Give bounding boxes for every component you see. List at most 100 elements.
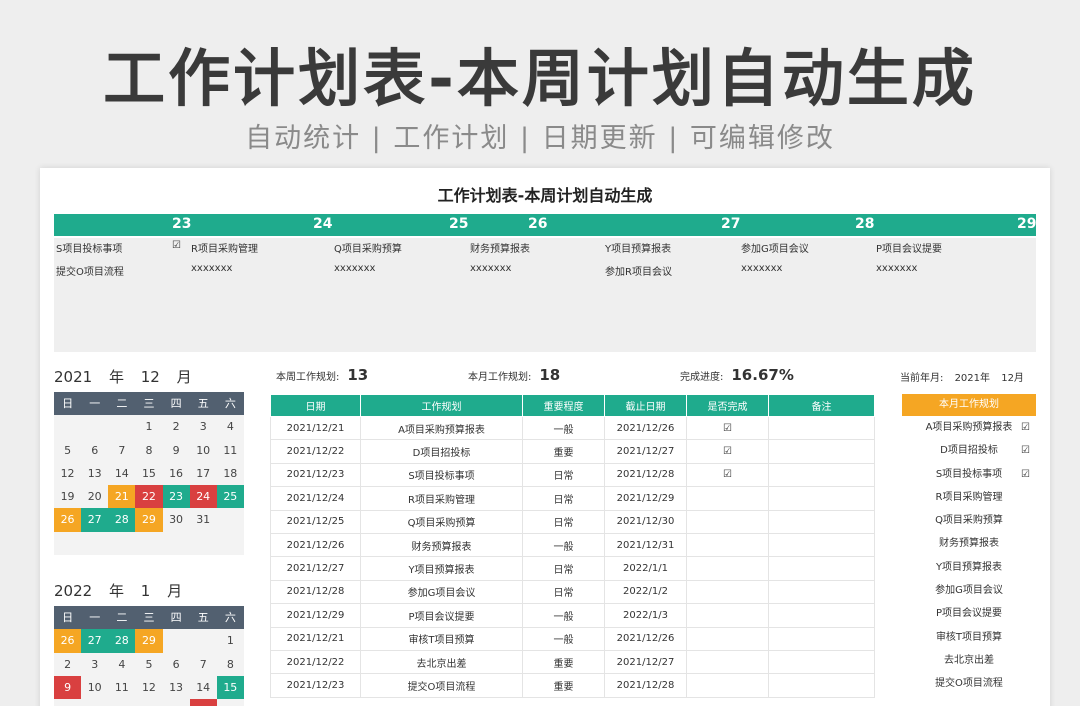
calendar-day[interactable]: 6 bbox=[81, 439, 108, 462]
cell-date[interactable]: 2021/12/25 bbox=[270, 509, 361, 534]
cell-importance[interactable]: 重要 bbox=[522, 439, 605, 464]
calendar-day[interactable] bbox=[217, 508, 244, 531]
cell-date[interactable]: 2021/12/21 bbox=[270, 415, 361, 441]
cell-done[interactable] bbox=[686, 673, 769, 698]
calendar-day[interactable] bbox=[108, 415, 135, 438]
cell-plan[interactable]: P项目会议提要 bbox=[360, 603, 523, 628]
week-task[interactable]: P项目会议提要 bbox=[876, 240, 942, 255]
cell-plan[interactable]: 参加G项目会议 bbox=[360, 579, 523, 605]
calendar-day-highlighted[interactable]: 21 bbox=[108, 485, 136, 509]
calendar-day[interactable] bbox=[190, 532, 217, 555]
cell-note[interactable] bbox=[768, 439, 875, 464]
cell-importance[interactable]: 日常 bbox=[522, 509, 605, 534]
cell-date[interactable]: 2021/12/21 bbox=[270, 626, 361, 651]
cell-done[interactable] bbox=[686, 579, 769, 605]
week-task[interactable]: 财务预算报表 bbox=[470, 240, 530, 255]
calendar-day[interactable]: 8 bbox=[135, 439, 162, 462]
list-item[interactable]: D项目招投标 ☑ bbox=[902, 439, 1036, 462]
cell-plan[interactable]: 财务预算报表 bbox=[360, 532, 523, 558]
week-task[interactable]: xxxxxxx bbox=[334, 263, 375, 274]
calendar-day-highlighted[interactable]: 26 bbox=[54, 508, 82, 532]
cell-date[interactable]: 2021/12/22 bbox=[270, 649, 361, 675]
calendar-day[interactable] bbox=[54, 532, 81, 555]
cell-date[interactable]: 2021/12/27 bbox=[270, 556, 361, 581]
calendar-day-highlighted[interactable]: 15 bbox=[216, 675, 244, 700]
calendar-day[interactable]: 13 bbox=[81, 462, 108, 485]
calendar-day[interactable]: 4 bbox=[108, 653, 135, 676]
cell-deadline[interactable]: 2022/1/3 bbox=[604, 603, 687, 628]
calendar-day-highlighted[interactable]: 24 bbox=[189, 485, 217, 509]
cell-plan[interactable]: S项目投标事项 bbox=[360, 462, 523, 488]
column-header[interactable]: 截止日期 bbox=[604, 394, 687, 417]
cell-done[interactable] bbox=[686, 603, 769, 628]
cell-done[interactable] bbox=[686, 509, 769, 534]
week-task[interactable]: S项目投标事项 bbox=[56, 240, 122, 255]
checkbox-icon[interactable]: ☑ bbox=[172, 240, 181, 251]
calendar-day[interactable]: 5 bbox=[135, 653, 162, 676]
calendar-day-highlighted[interactable]: 29 bbox=[135, 629, 163, 653]
calendar-day-highlighted[interactable]: 29 bbox=[135, 508, 163, 532]
calendar-day[interactable] bbox=[217, 532, 244, 555]
cell-note[interactable] bbox=[768, 603, 875, 628]
week-task[interactable]: Q项目采购预算 bbox=[334, 240, 402, 255]
cell-done[interactable] bbox=[686, 556, 769, 581]
cell-deadline[interactable]: 2021/12/27 bbox=[604, 649, 687, 675]
calendar-day[interactable]: 14 bbox=[190, 676, 217, 699]
calendar-day[interactable]: 12 bbox=[54, 462, 81, 485]
calendar-day[interactable] bbox=[190, 629, 217, 652]
cell-deadline[interactable]: 2021/12/31 bbox=[604, 532, 687, 558]
week-task[interactable]: xxxxxxx bbox=[741, 263, 782, 274]
calendar-day-highlighted[interactable]: 9 bbox=[54, 675, 82, 700]
column-header[interactable]: 工作规划 bbox=[360, 394, 523, 417]
week-task[interactable]: 提交O项目流程 bbox=[56, 263, 124, 278]
calendar-day[interactable] bbox=[81, 415, 108, 438]
cell-date[interactable]: 2021/12/24 bbox=[270, 486, 361, 511]
calendar-day[interactable]: 18 bbox=[108, 699, 135, 706]
checkbox-icon[interactable]: ☑ bbox=[1021, 439, 1030, 462]
cell-note[interactable] bbox=[768, 415, 875, 441]
calendar-day[interactable]: 11 bbox=[217, 439, 244, 462]
checkbox-icon[interactable]: ☑ bbox=[1021, 416, 1030, 439]
cell-deadline[interactable]: 2022/1/2 bbox=[604, 579, 687, 605]
calendar-day[interactable]: 1 bbox=[135, 415, 162, 438]
calendar-day-highlighted[interactable]: 28 bbox=[108, 629, 136, 653]
list-item[interactable]: 去北京出差 bbox=[902, 649, 1036, 672]
list-item[interactable]: 提交O项目流程 bbox=[902, 672, 1036, 695]
calendar-day[interactable]: 13 bbox=[163, 676, 190, 699]
calendar-day[interactable]: 5 bbox=[54, 439, 81, 462]
calendar-day[interactable]: 2 bbox=[54, 653, 81, 676]
cell-plan[interactable]: A项目采购预算报表 bbox=[360, 415, 523, 441]
cell-plan[interactable]: D项目招投标 bbox=[360, 439, 523, 464]
cell-note[interactable] bbox=[768, 532, 875, 558]
cell-deadline[interactable]: 2021/12/29 bbox=[604, 486, 687, 511]
cell-plan[interactable]: Q项目采购预算 bbox=[360, 509, 523, 534]
cell-done[interactable] bbox=[686, 486, 769, 511]
cell-importance[interactable]: 一般 bbox=[522, 603, 605, 628]
cell-importance[interactable]: 重要 bbox=[522, 649, 605, 675]
cell-plan[interactable]: 去北京出差 bbox=[360, 649, 523, 675]
cell-note[interactable] bbox=[768, 649, 875, 675]
list-item[interactable]: R项目采购管理 bbox=[902, 486, 1036, 509]
cell-importance[interactable]: 一般 bbox=[522, 626, 605, 651]
week-task[interactable]: 参加R项目会议 bbox=[605, 263, 672, 278]
cell-note[interactable] bbox=[768, 579, 875, 605]
cell-importance[interactable]: 日常 bbox=[522, 462, 605, 488]
calendar-day[interactable] bbox=[163, 629, 190, 652]
cell-deadline[interactable]: 2021/12/26 bbox=[604, 415, 687, 441]
calendar-day-highlighted[interactable]: 27 bbox=[81, 629, 109, 653]
calendar-day[interactable]: 7 bbox=[108, 439, 135, 462]
cell-date[interactable]: 2021/12/29 bbox=[270, 603, 361, 628]
cell-done[interactable]: ☑ bbox=[686, 439, 769, 464]
cell-importance[interactable]: 日常 bbox=[522, 556, 605, 581]
calendar-day[interactable]: 11 bbox=[108, 676, 135, 699]
cell-importance[interactable]: 一般 bbox=[522, 532, 605, 558]
week-task[interactable]: xxxxxxx bbox=[876, 263, 917, 274]
cell-done[interactable] bbox=[686, 649, 769, 675]
cell-done[interactable]: ☑ bbox=[686, 462, 769, 488]
list-item[interactable]: Y项目预算报表 bbox=[902, 556, 1036, 579]
calendar-day[interactable]: 30 bbox=[163, 508, 190, 531]
calendar-day[interactable]: 4 bbox=[217, 415, 244, 438]
week-task[interactable]: 参加G项目会议 bbox=[741, 240, 809, 255]
list-item[interactable]: 审核T项目预算 bbox=[902, 626, 1036, 649]
calendar-day[interactable] bbox=[81, 532, 108, 555]
